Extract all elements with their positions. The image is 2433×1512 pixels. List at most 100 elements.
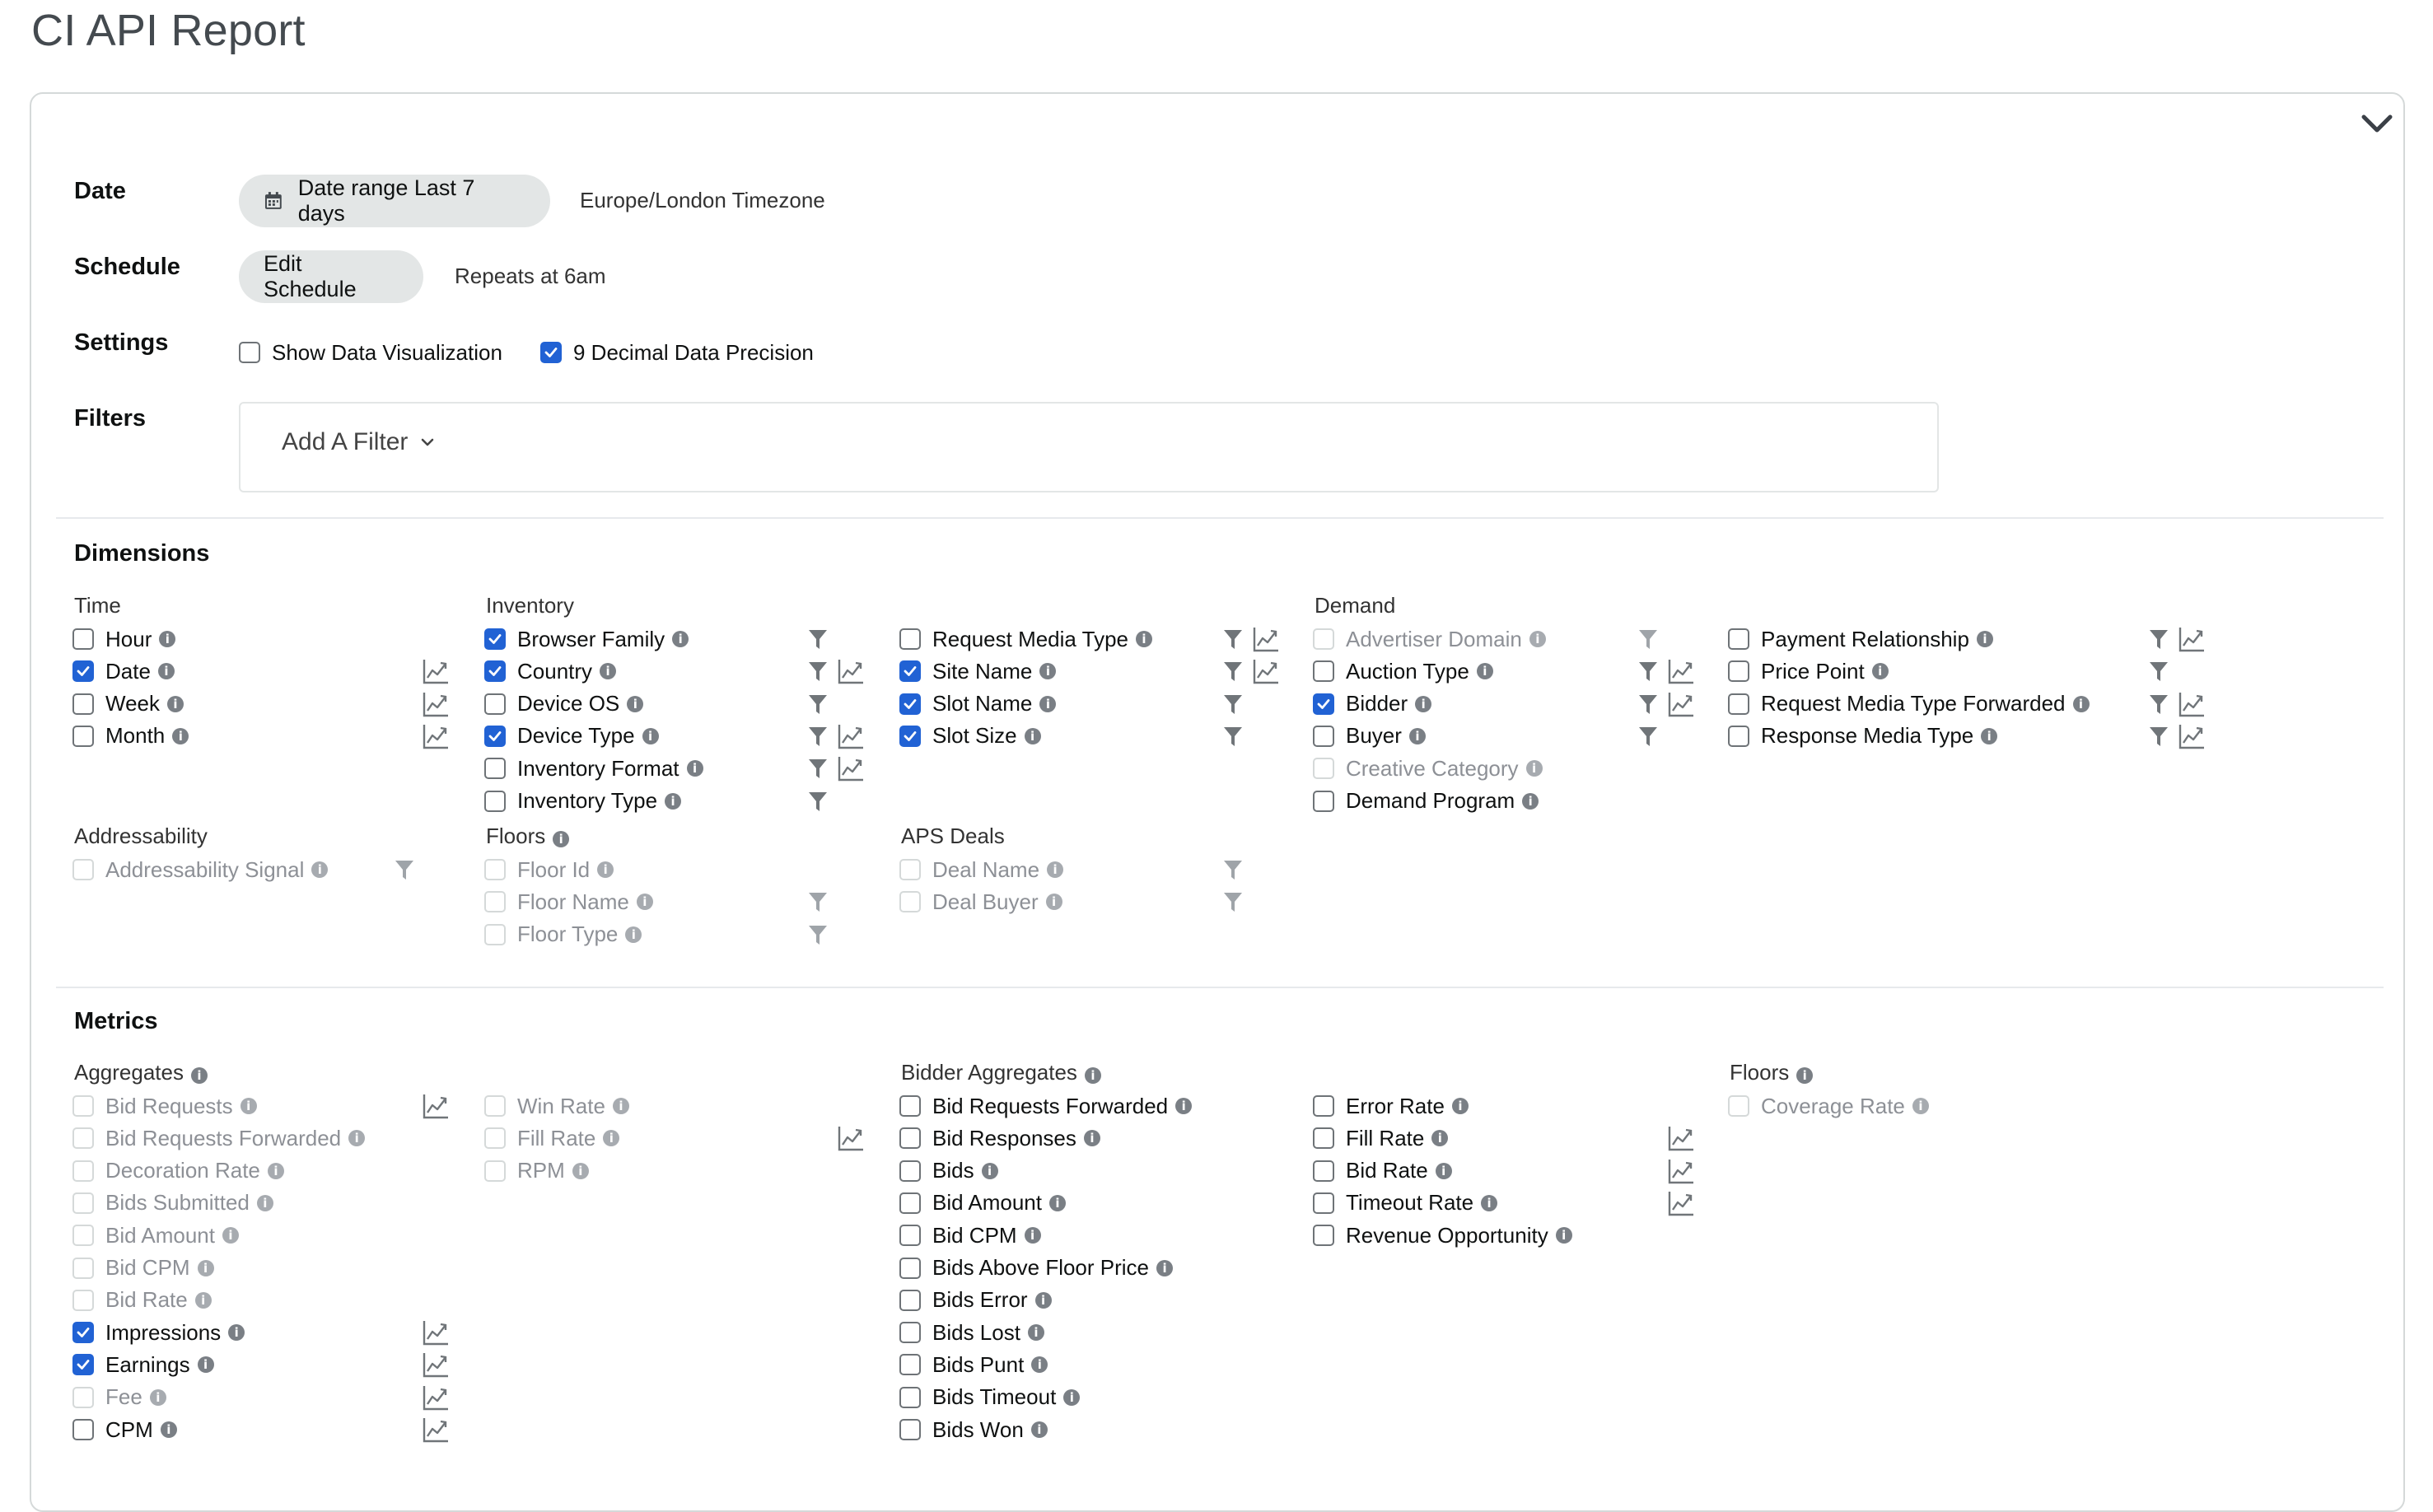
info-icon[interactable]: i: [149, 1388, 166, 1406]
filter-icon[interactable]: [804, 754, 832, 782]
info-icon[interactable]: i: [672, 631, 689, 647]
checkbox-row[interactable]: Fill Rate i: [1313, 1123, 1449, 1153]
info-icon[interactable]: i: [160, 1421, 177, 1438]
chart-line-icon[interactable]: [422, 1318, 450, 1346]
info-icon[interactable]: i: [267, 1162, 284, 1179]
info-icon[interactable]: i: [665, 792, 682, 810]
filter-icon[interactable]: [804, 787, 832, 815]
chart-line-icon[interactable]: [422, 1092, 450, 1120]
checkbox-row[interactable]: Error Rate i: [1313, 1091, 1469, 1121]
info-icon[interactable]: i: [1476, 663, 1493, 680]
checkbox[interactable]: [1313, 725, 1334, 747]
info-icon[interactable]: i: [1431, 1130, 1449, 1147]
checkbox[interactable]: [1313, 1127, 1334, 1150]
info-icon[interactable]: i: [1084, 1067, 1101, 1084]
decimal-precision-checkbox[interactable]: 9 Decimal Data Precision: [540, 338, 814, 367]
info-icon[interactable]: i: [1522, 792, 1539, 810]
info-icon[interactable]: i: [1796, 1067, 1814, 1084]
info-icon[interactable]: i: [222, 1227, 239, 1244]
filter-icon[interactable]: [2145, 722, 2173, 750]
info-icon[interactable]: i: [1481, 1194, 1498, 1211]
checkbox-checked[interactable]: [899, 660, 921, 683]
show-data-visualization-checkbox[interactable]: Show Data Visualization: [239, 338, 502, 367]
filter-icon[interactable]: [390, 856, 418, 884]
checkbox-row[interactable]: Bid Rate i: [1313, 1156, 1452, 1186]
checkbox[interactable]: [899, 1386, 921, 1408]
checkbox[interactable]: [899, 1160, 921, 1182]
checkbox-row[interactable]: Bids Punt i: [899, 1350, 1048, 1379]
filter-icon[interactable]: [1219, 690, 1247, 718]
checkbox[interactable]: [899, 1257, 921, 1279]
chart-line-icon[interactable]: [2178, 722, 2206, 750]
chart-line-icon[interactable]: [2178, 690, 2206, 718]
checkbox-row[interactable]: Site Name i: [899, 656, 1057, 686]
checkbox-row[interactable]: Price Point i: [1728, 656, 1889, 686]
info-icon[interactable]: i: [553, 831, 570, 847]
checkbox[interactable]: [899, 1322, 921, 1344]
filter-icon[interactable]: [2145, 690, 2173, 718]
checkbox[interactable]: [1313, 1225, 1334, 1247]
info-icon[interactable]: i: [197, 1356, 214, 1374]
info-icon[interactable]: i: [1030, 1421, 1048, 1438]
filter-icon[interactable]: [804, 722, 832, 750]
edit-schedule-button[interactable]: Edit Schedule: [239, 250, 423, 303]
checkbox-row[interactable]: Country i: [484, 656, 617, 686]
filter-icon[interactable]: [804, 888, 832, 916]
info-icon[interactable]: i: [1034, 1291, 1052, 1309]
filter-icon[interactable]: [804, 657, 832, 685]
date-range-button[interactable]: Date range Last 7 days: [239, 175, 550, 227]
info-icon[interactable]: i: [1451, 1098, 1469, 1114]
checkbox-row[interactable]: Bids Lost i: [899, 1318, 1044, 1347]
info-icon[interactable]: i: [1031, 1356, 1048, 1374]
info-icon[interactable]: i: [194, 1291, 212, 1309]
info-icon[interactable]: i: [1063, 1388, 1081, 1406]
checkbox[interactable]: [1313, 1095, 1334, 1117]
chart-line-icon[interactable]: [837, 722, 865, 750]
info-icon[interactable]: i: [1045, 894, 1062, 911]
checkbox[interactable]: [899, 1225, 921, 1247]
info-icon[interactable]: i: [981, 1162, 998, 1179]
checkbox[interactable]: [899, 1095, 921, 1117]
filter-icon[interactable]: [1219, 888, 1247, 916]
checkbox-checked[interactable]: [484, 628, 506, 650]
checkbox-row[interactable]: Bidder i: [1313, 689, 1432, 719]
add-filter-button[interactable]: Add A Filter: [282, 428, 436, 456]
chart-line-icon[interactable]: [837, 1124, 865, 1152]
checkbox-row[interactable]: CPM i: [72, 1415, 177, 1444]
chart-line-icon[interactable]: [422, 1351, 450, 1379]
checkbox-checked[interactable]: [899, 693, 921, 715]
checkbox-checked[interactable]: [1313, 693, 1334, 715]
checkbox-checked[interactable]: [484, 725, 506, 747]
info-icon[interactable]: i: [612, 1098, 629, 1114]
checkbox[interactable]: [484, 758, 506, 780]
checkbox[interactable]: [1313, 1160, 1334, 1182]
filter-icon[interactable]: [1634, 690, 1662, 718]
checkbox-row[interactable]: Request Media Type Forwarded i: [1728, 689, 2090, 719]
checkbox-row[interactable]: Inventory Format i: [484, 754, 703, 783]
checkbox-row[interactable]: Month i: [72, 721, 189, 751]
info-icon[interactable]: i: [1024, 727, 1041, 744]
checkbox[interactable]: [72, 1419, 94, 1440]
info-icon[interactable]: i: [256, 1194, 273, 1211]
info-icon[interactable]: i: [172, 727, 189, 744]
checkbox-row[interactable]: Bid Amount i: [899, 1188, 1066, 1218]
checkbox-row[interactable]: Bids Error i: [899, 1286, 1052, 1315]
info-icon[interactable]: i: [1555, 1227, 1572, 1244]
chevron-down-icon[interactable]: [2359, 105, 2395, 142]
checkbox-row[interactable]: Device OS i: [484, 689, 644, 719]
info-icon[interactable]: i: [1156, 1259, 1174, 1276]
checkbox[interactable]: [72, 725, 94, 747]
checkbox-row[interactable]: Auction Type i: [1313, 656, 1493, 686]
info-icon[interactable]: i: [603, 1130, 620, 1147]
chart-line-icon[interactable]: [837, 754, 865, 782]
checkbox-checked[interactable]: [899, 725, 921, 747]
checkbox[interactable]: [1728, 628, 1749, 650]
info-icon[interactable]: i: [1024, 1227, 1041, 1244]
checkbox[interactable]: [72, 628, 94, 650]
checkbox-row[interactable]: Hour i: [72, 624, 176, 654]
checkbox-row[interactable]: Bid CPM i: [899, 1220, 1041, 1250]
checkbox-row[interactable]: Request Media Type i: [899, 624, 1152, 654]
chart-line-icon[interactable]: [1667, 690, 1695, 718]
info-icon[interactable]: i: [311, 861, 329, 878]
checkbox[interactable]: [484, 790, 506, 812]
